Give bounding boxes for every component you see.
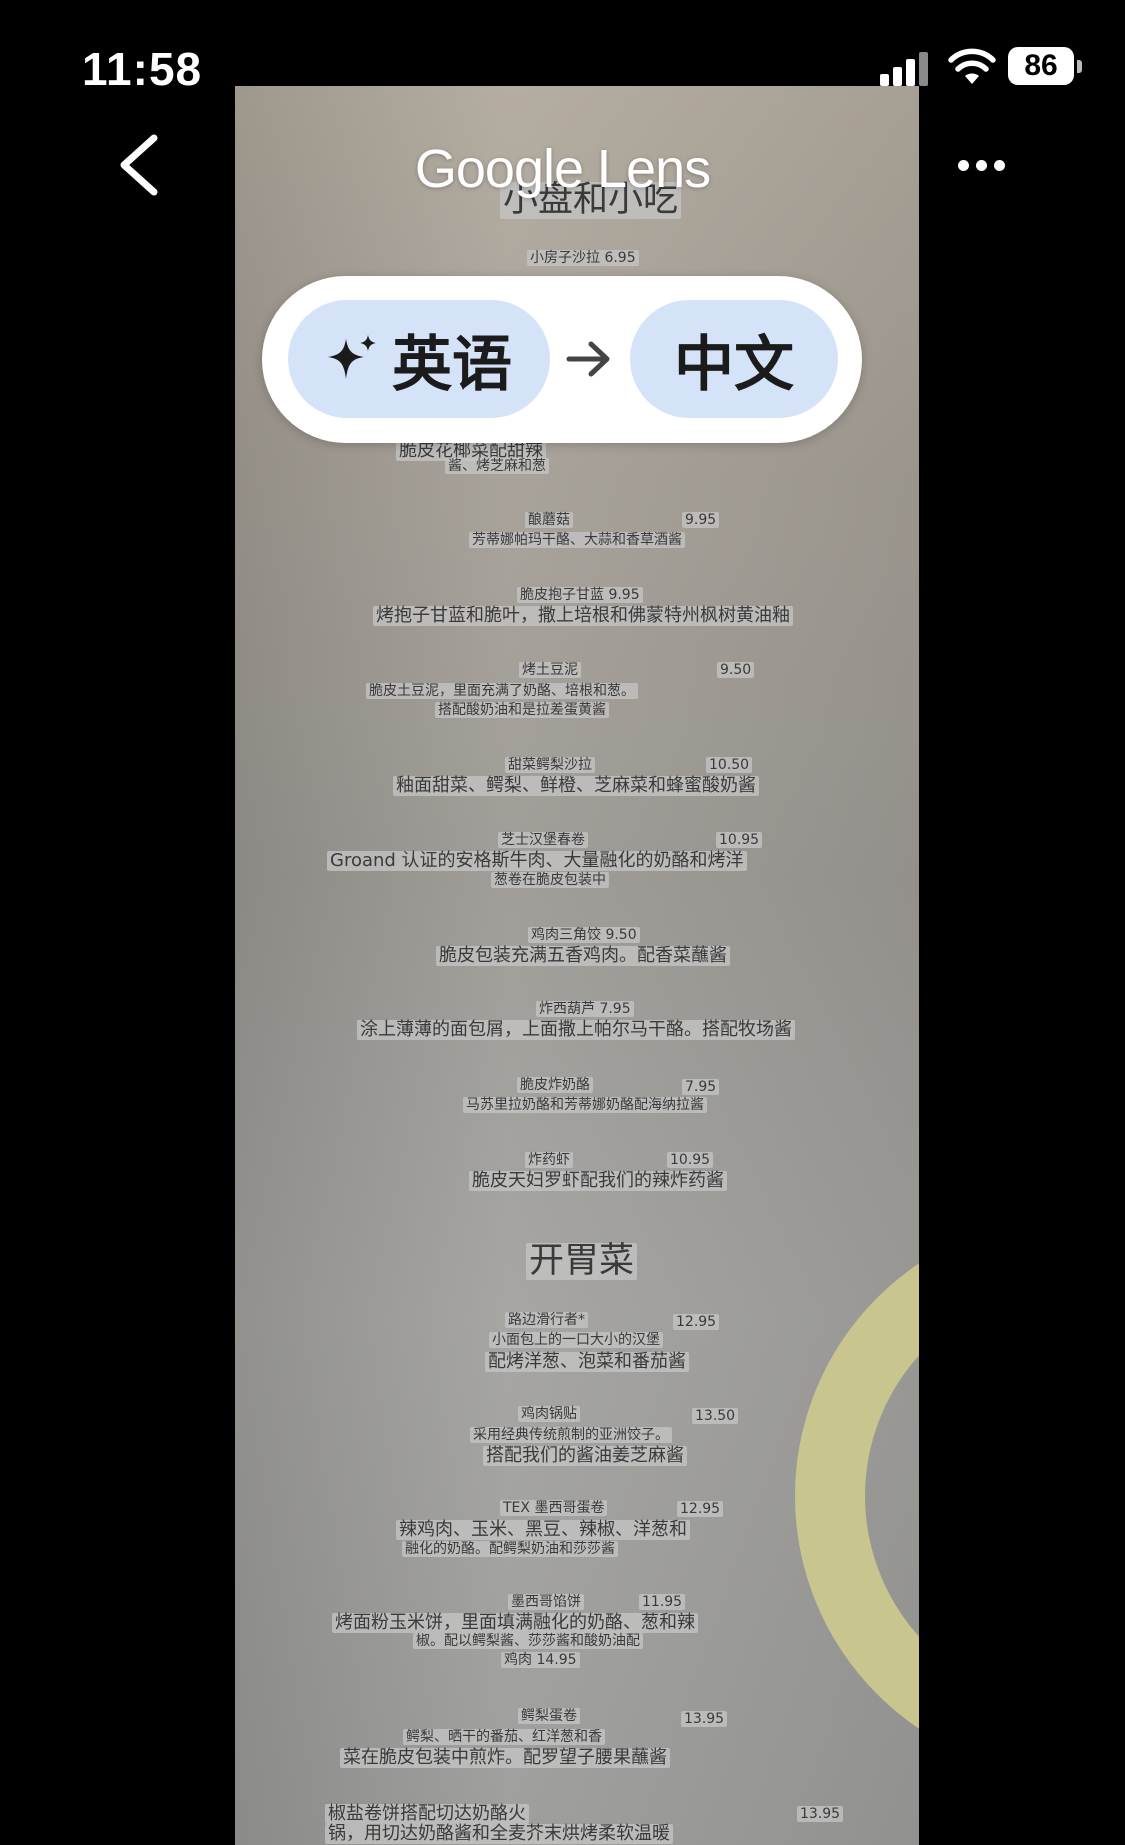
translated-text[interactable]: 12.95 <box>673 1314 720 1330</box>
arrow-right-icon <box>566 341 610 377</box>
translated-text[interactable]: 炸药虾 <box>525 1152 573 1168</box>
status-time: 11:58 <box>82 43 203 95</box>
translated-text[interactable]: 小面包上的一口大小的汉堡 <box>489 1332 663 1348</box>
translated-text[interactable]: 鳄梨、晒干的番茄、红洋葱和香 <box>403 1729 605 1745</box>
translated-text[interactable]: 炸西葫芦 7.95 <box>536 1001 634 1017</box>
translated-text[interactable]: 芝士汉堡春卷 <box>498 832 588 848</box>
translated-text[interactable]: 椒。配以鳄梨酱、莎莎酱和酸奶油配 <box>413 1633 643 1649</box>
translated-text[interactable]: 烤抱子甘蓝和脆叶，撒上培根和佛蒙特州枫树黄油釉 <box>373 606 793 626</box>
translated-text[interactable]: 葱卷在脆皮包装中 <box>491 872 609 888</box>
battery-level: 86 <box>1024 49 1058 82</box>
source-language-label: 英语 <box>392 329 512 400</box>
app-title: Google Lens <box>414 139 711 199</box>
translated-text[interactable]: 脆皮天妇罗虾配我们的辣炸药酱 <box>469 1171 727 1191</box>
translated-text[interactable]: 11.95 <box>639 1594 686 1610</box>
translated-text[interactable]: 烤面粉玉米饼，里面填满融化的奶酪、葱和辣 <box>332 1613 698 1633</box>
battery-indicator: 86 <box>1008 47 1074 85</box>
translated-text[interactable]: 13.95 <box>797 1806 844 1822</box>
target-language-label: 中文 <box>674 329 794 400</box>
translated-text[interactable]: 鸡肉三角饺 9.50 <box>528 927 640 943</box>
translated-text[interactable]: 脆皮包装充满五香鸡肉。配香菜蘸酱 <box>436 946 730 966</box>
translated-text[interactable]: 7.95 <box>682 1079 720 1095</box>
translated-text[interactable]: 9.95 <box>682 512 720 528</box>
translated-text[interactable]: 墨西哥馅饼 <box>508 1594 584 1610</box>
translated-text[interactable]: 辣鸡肉、玉米、黑豆、辣椒、洋葱和 <box>396 1520 690 1540</box>
sparkle-icon <box>328 335 376 379</box>
target-language-button[interactable]: 中文 <box>630 300 838 418</box>
translated-text[interactable]: 鸡肉锅贴 <box>518 1406 580 1422</box>
translated-text[interactable]: 菜在脆皮包装中煎炸。配罗望子腰果蘸酱 <box>340 1748 670 1768</box>
translated-text[interactable]: 配烤洋葱、泡菜和番茄酱 <box>485 1352 689 1372</box>
translated-text[interactable]: 釉面甜菜、鳄梨、鲜橙、芝麻菜和蜂蜜酸奶酱 <box>393 776 759 796</box>
translated-text[interactable]: 鳄梨蛋卷 <box>518 1708 580 1724</box>
translated-text[interactable]: 芳蒂娜帕玛干酪、大蒜和香草酒酱 <box>469 532 685 548</box>
translated-text[interactable]: 搭配我们的酱油姜芝麻酱 <box>483 1446 687 1466</box>
translated-text[interactable]: 烤土豆泥 <box>519 662 581 678</box>
translated-text[interactable]: 搭配酸奶油和是拉差蛋黄酱 <box>435 702 609 718</box>
translated-text[interactable]: 10.95 <box>667 1152 714 1168</box>
translated-text[interactable]: 融化的奶酪。配鳄梨奶油和莎莎酱 <box>402 1541 618 1557</box>
translated-text[interactable]: 10.95 <box>716 832 763 848</box>
cellular-signal-icon <box>880 50 932 86</box>
translated-text[interactable]: 脆皮土豆泥，里面充满了奶酪、培根和葱。 <box>366 683 638 699</box>
translated-text[interactable]: 小房子沙拉 6.95 <box>527 250 639 266</box>
translated-text[interactable]: 鸡肉 14.95 <box>501 1652 580 1668</box>
translated-text[interactable]: 酿蘑菇 <box>525 512 573 528</box>
translated-text[interactable]: TEX 墨西哥蛋卷 <box>500 1500 608 1516</box>
translated-text[interactable]: 锅，用切达奶酪酱和全麦芥末烘烤柔软温暖 <box>325 1824 673 1844</box>
translated-text[interactable]: 脆皮炸奶酪 <box>517 1077 593 1093</box>
translated-text[interactable]: 椒盐卷饼搭配切达奶酪火 <box>325 1804 529 1824</box>
translated-text[interactable]: 马苏里拉奶酪和芳蒂娜奶酪配海纳拉酱 <box>463 1097 707 1113</box>
wifi-icon <box>948 48 996 84</box>
translated-text[interactable]: 涂上薄薄的面包屑，上面撒上帕尔马干酪。搭配牧场酱 <box>357 1020 795 1040</box>
translated-text[interactable]: 10.50 <box>706 757 753 773</box>
translated-text[interactable]: 甜菜鳄梨沙拉 <box>505 757 595 773</box>
more-options-icon[interactable] <box>958 150 1018 180</box>
translated-text[interactable]: 13.50 <box>692 1408 739 1424</box>
translated-text[interactable]: 采用经典传统煎制的亚洲饺子。 <box>470 1427 672 1443</box>
translated-text[interactable]: Groand 认证的安格斯牛肉、大量融化的奶酪和烤洋 <box>327 851 747 871</box>
translate-language-selector: 英语 中文 <box>262 276 862 443</box>
translated-text[interactable]: 12.95 <box>677 1501 724 1517</box>
translated-text[interactable]: 13.95 <box>681 1711 728 1727</box>
translated-text[interactable]: 开胃菜 <box>526 1243 638 1280</box>
translated-text[interactable]: 9.50 <box>717 662 755 678</box>
translated-text[interactable]: 路边滑行者* <box>505 1312 588 1328</box>
translated-text[interactable]: 酱、烤芝麻和葱 <box>445 458 549 474</box>
translated-text[interactable]: 脆皮抱子甘蓝 9.95 <box>517 587 643 603</box>
source-language-button[interactable]: 英语 <box>288 300 550 418</box>
battery-cap <box>1077 60 1082 73</box>
